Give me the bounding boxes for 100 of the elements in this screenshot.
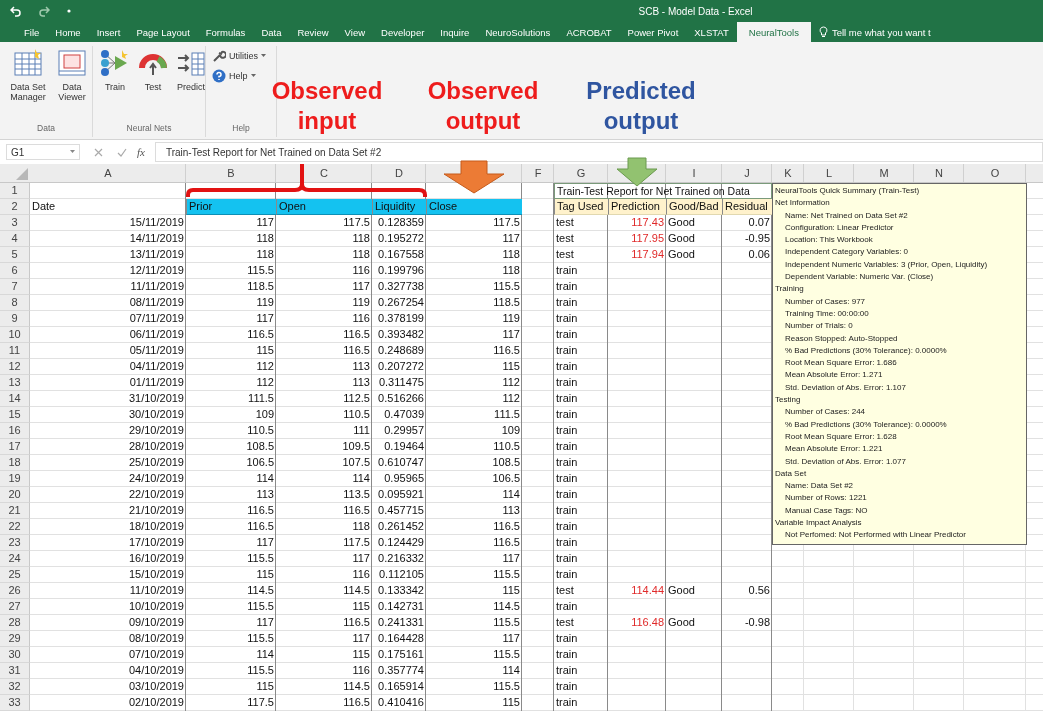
row-number[interactable]: 18 (0, 455, 30, 471)
menu-tab[interactable]: Page Layout (128, 22, 198, 42)
table-header: Good/Bad (666, 199, 722, 215)
formula-field[interactable]: Train-Test Report for Net Trained on Data Set #2 (154, 142, 1043, 162)
column-header[interactable]: M (879, 166, 889, 180)
row-number[interactable]: 33 (0, 695, 30, 711)
select-all-icon[interactable] (16, 168, 28, 180)
row-number[interactable]: 31 (0, 663, 30, 679)
row-number[interactable]: 5 (0, 247, 30, 263)
table-cell-text: 0.133342 (377, 583, 425, 598)
table-cell-text: test (555, 231, 575, 246)
customize-icon[interactable] (66, 8, 72, 14)
column-header[interactable]: N (935, 166, 943, 180)
row-number[interactable]: 15 (0, 407, 30, 423)
column-header[interactable]: A (104, 166, 112, 180)
undo-icon[interactable] (10, 5, 22, 17)
table-cell-text: 15/11/2019 (128, 215, 185, 230)
row-number[interactable]: 24 (0, 551, 30, 567)
menu-tab[interactable]: Power Pivot (619, 22, 687, 42)
column-header[interactable]: D (395, 166, 403, 180)
menu-tab[interactable]: NeuralTools (736, 22, 811, 42)
row-number[interactable]: 29 (0, 631, 30, 647)
row-number[interactable]: 8 (0, 295, 30, 311)
cancel-icon[interactable] (94, 147, 103, 157)
tell-me-field[interactable]: Tell me what you want t (831, 26, 931, 38)
row-number[interactable]: 2 (0, 199, 30, 215)
row-number[interactable]: 20 (0, 487, 30, 503)
row-number[interactable]: 13 (0, 375, 30, 391)
table-cell-text: 113 (501, 503, 521, 518)
ribbon-button[interactable]: Utilities (210, 48, 272, 64)
insert-function-button[interactable]: fx (137, 146, 145, 158)
row-number[interactable]: 10 (0, 327, 30, 343)
menu-tab[interactable]: Home (47, 22, 89, 42)
column-header[interactable]: C (320, 166, 328, 180)
ribbon-button[interactable]: Test (135, 46, 171, 123)
row-number[interactable]: 17 (0, 439, 30, 455)
down-arrow (616, 157, 658, 187)
table-cell-text: train (555, 279, 579, 294)
column-header[interactable]: O (990, 166, 1000, 180)
table-cell-text: train (555, 327, 579, 342)
row-number[interactable]: 26 (0, 583, 30, 599)
row-number[interactable]: 32 (0, 679, 30, 695)
menu-tab[interactable]: Insert (88, 22, 129, 42)
window-icon (57, 48, 87, 78)
row-number[interactable]: 22 (0, 519, 30, 535)
name-box[interactable]: G1 (6, 144, 80, 160)
row-number[interactable]: 4 (0, 231, 30, 247)
menu-tab[interactable]: Developer (373, 22, 433, 42)
menu-tab[interactable]: XLSTAT (686, 22, 737, 42)
row-number[interactable]: 1 (0, 183, 30, 199)
column-header[interactable]: L (825, 166, 833, 180)
column-header[interactable]: I (692, 166, 696, 180)
column-header[interactable]: B (227, 166, 235, 180)
ribbon-button[interactable]: Predict (173, 46, 209, 123)
row-number[interactable]: 28 (0, 615, 30, 631)
menu-tab[interactable]: NeuroSolutions (477, 22, 559, 42)
row-number[interactable]: 16 (0, 423, 30, 439)
row-number[interactable]: 14 (0, 391, 30, 407)
menu-tab[interactable]: Formulas (197, 22, 254, 42)
row-number[interactable]: 23 (0, 535, 30, 551)
table-cell-text: 110.5 (342, 407, 371, 422)
row-number[interactable]: 27 (0, 599, 30, 615)
table-cell-text: 115 (501, 695, 521, 710)
table-cell-text: 0.142731 (377, 599, 425, 614)
row-number[interactable]: 7 (0, 279, 30, 295)
table-cell-text: 08/11/2019 (128, 295, 185, 310)
table-cell-text: 117 (501, 327, 521, 342)
menu-tab[interactable]: File (16, 22, 48, 42)
column-header[interactable]: G (576, 166, 586, 180)
ribbon-button[interactable]: Data Viewer (54, 46, 90, 123)
row-number[interactable]: 12 (0, 359, 30, 375)
ribbon-button[interactable]: Help (210, 68, 272, 84)
table-cell-text: -0.98 (743, 615, 771, 630)
column-header[interactable]: J (744, 166, 750, 180)
column-header[interactable]: F (534, 166, 542, 180)
table-cell-text: 117 (255, 215, 275, 230)
ribbon-button[interactable]: Data Set Manager (4, 46, 52, 123)
ribbon-button[interactable]: Train (97, 46, 133, 123)
table-cell-text: 117 (255, 311, 275, 326)
table-cell-text: 28/10/2019 (127, 439, 185, 454)
redo-icon[interactable] (38, 5, 50, 17)
menu-tab[interactable]: ACROBAT (558, 22, 620, 42)
summary-line: Location: This Workbook (784, 234, 874, 247)
row-number[interactable]: 30 (0, 647, 30, 663)
menu-tab[interactable]: Data (253, 22, 290, 42)
table-cell-text: train (555, 631, 579, 646)
enter-icon[interactable] (117, 147, 127, 157)
table-cell-text: 115.5 (492, 647, 521, 662)
row-number[interactable]: 19 (0, 471, 30, 487)
row-number[interactable]: 25 (0, 567, 30, 583)
row-number[interactable]: 21 (0, 503, 30, 519)
row-number[interactable]: 3 (0, 215, 30, 231)
menu-tab[interactable]: View (336, 22, 374, 42)
row-number[interactable]: 6 (0, 263, 30, 279)
row-number[interactable]: 11 (0, 343, 30, 359)
menu-tab[interactable]: Review (289, 22, 337, 42)
menu-tab[interactable]: Inquire (432, 22, 478, 42)
column-header[interactable]: K (784, 166, 792, 180)
table-cell-text: 0.19464 (383, 439, 425, 454)
row-number[interactable]: 9 (0, 311, 30, 327)
